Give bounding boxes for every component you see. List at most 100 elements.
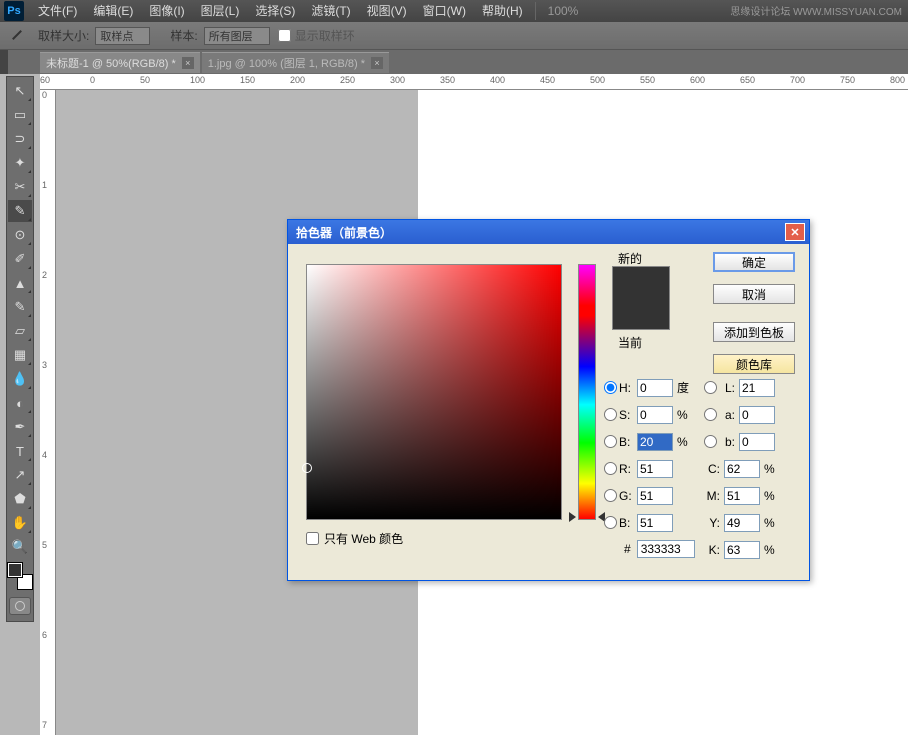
- menu-help[interactable]: 帮助(H): [474, 0, 531, 22]
- close-icon[interactable]: ✕: [785, 223, 805, 241]
- add-swatch-button[interactable]: 添加到色板: [713, 322, 795, 342]
- g-radio[interactable]: [604, 489, 617, 502]
- tool-marquee[interactable]: ▭: [8, 104, 32, 126]
- tool-shape[interactable]: ⬟: [8, 488, 32, 510]
- s-label: S:: [619, 408, 637, 422]
- new-color[interactable]: [613, 267, 669, 298]
- b-radio[interactable]: [604, 435, 617, 448]
- tool-wand[interactable]: ✦: [8, 152, 32, 174]
- a-input[interactable]: [739, 406, 775, 424]
- foreground-swatch[interactable]: [8, 563, 22, 577]
- ok-button[interactable]: 确定: [713, 252, 795, 272]
- color-field-cursor: [302, 463, 312, 473]
- sample-size-select[interactable]: 取样点: [95, 27, 150, 45]
- h-input[interactable]: [637, 379, 673, 397]
- hue-arrow-left: [569, 512, 576, 522]
- menu-filter[interactable]: 滤镜(T): [303, 0, 358, 22]
- hue-slider[interactable]: [578, 264, 596, 520]
- b-unit: %: [677, 435, 697, 449]
- y-unit: %: [764, 516, 784, 530]
- quickmask-toggle[interactable]: [9, 597, 31, 615]
- tab-label: 1.jpg @ 100% (图层 1, RGB/8) *: [208, 55, 365, 71]
- current-label: 当前: [618, 334, 642, 351]
- lb-input[interactable]: [739, 433, 775, 451]
- m-input[interactable]: [724, 487, 760, 505]
- zoom-level[interactable]: 100%: [548, 4, 579, 18]
- tool-gradient[interactable]: ▦: [8, 344, 32, 366]
- tool-hand[interactable]: ✋: [8, 512, 32, 534]
- m-unit: %: [764, 489, 784, 503]
- separator: [535, 2, 536, 20]
- tool-blur[interactable]: 💧: [8, 368, 32, 390]
- menu-file[interactable]: 文件(F): [30, 0, 85, 22]
- show-ring-label: 显示取样环: [295, 27, 355, 44]
- color-field[interactable]: [306, 264, 562, 520]
- tool-lasso[interactable]: ⊃: [8, 128, 32, 150]
- menu-edit[interactable]: 编辑(E): [85, 0, 141, 22]
- menu-layer[interactable]: 图层(L): [193, 0, 248, 22]
- tab-doc-1[interactable]: 未标题-1 @ 50%(RGB/8) * ×: [40, 52, 200, 73]
- tool-history[interactable]: ✎: [8, 296, 32, 318]
- sample-select[interactable]: 所有图层: [204, 27, 270, 45]
- show-ring-checkbox[interactable]: 显示取样环: [278, 27, 355, 44]
- tab-label: 未标题-1 @ 50%(RGB/8) *: [46, 55, 176, 71]
- tool-zoom[interactable]: 🔍: [8, 536, 32, 558]
- lab-cmyk-inputs: L: a: b: C:% M:% Y:% K:%: [704, 374, 784, 563]
- b-input[interactable]: [637, 433, 673, 451]
- l-radio[interactable]: [704, 381, 717, 394]
- dialog-titlebar[interactable]: 拾色器（前景色） ✕: [288, 220, 809, 244]
- web-only-input[interactable]: [306, 532, 319, 545]
- new-label: 新的: [618, 250, 642, 267]
- ruler-horizontal[interactable]: 6005010015020025030035040045050055060065…: [40, 74, 908, 90]
- c-label: C:: [704, 462, 720, 476]
- y-label: Y:: [704, 516, 720, 530]
- s-radio[interactable]: [604, 408, 617, 421]
- y-input[interactable]: [724, 514, 760, 532]
- g-label: G:: [619, 489, 637, 503]
- tool-type[interactable]: T: [8, 440, 32, 462]
- ruler-vertical[interactable]: 01234567: [40, 90, 56, 735]
- background-swatch[interactable]: [18, 575, 32, 589]
- color-library-button[interactable]: 颜色库: [713, 354, 795, 374]
- bl-radio[interactable]: [604, 516, 617, 529]
- cancel-button[interactable]: 取消: [713, 284, 795, 304]
- k-input[interactable]: [724, 541, 760, 559]
- web-only-checkbox[interactable]: 只有 Web 颜色: [306, 530, 403, 547]
- s-input[interactable]: [637, 406, 673, 424]
- show-ring-input[interactable]: [278, 29, 291, 42]
- menu-view[interactable]: 视图(V): [359, 0, 415, 22]
- tool-heal[interactable]: ⊙: [8, 224, 32, 246]
- bl-input[interactable]: [637, 514, 673, 532]
- color-swatches[interactable]: [8, 563, 32, 589]
- g-input[interactable]: [637, 487, 673, 505]
- tool-pen[interactable]: ✒: [8, 416, 32, 438]
- tool-stamp[interactable]: ▲: [8, 272, 32, 294]
- a-radio[interactable]: [704, 408, 717, 421]
- lb-radio[interactable]: [704, 435, 717, 448]
- close-icon[interactable]: ×: [182, 57, 194, 69]
- tool-dodge[interactable]: ◐: [8, 392, 32, 414]
- r-input[interactable]: [637, 460, 673, 478]
- close-icon[interactable]: ×: [371, 57, 383, 69]
- tool-eyedropper[interactable]: ✎: [8, 200, 32, 222]
- r-radio[interactable]: [604, 462, 617, 475]
- tool-eraser[interactable]: ▱: [8, 320, 32, 342]
- c-input[interactable]: [724, 460, 760, 478]
- tool-move[interactable]: ↖: [8, 80, 32, 102]
- hex-input[interactable]: [637, 540, 695, 558]
- l-input[interactable]: [739, 379, 775, 397]
- menu-select[interactable]: 选择(S): [247, 0, 303, 22]
- document-tabs: 未标题-1 @ 50%(RGB/8) * × 1.jpg @ 100% (图层 …: [0, 50, 908, 74]
- menu-window[interactable]: 窗口(W): [415, 0, 474, 22]
- tool-palette: ↖ ▭ ⊃ ✦ ✂ ✎ ⊙ ✐ ▲ ✎ ▱ ▦ 💧 ◐ ✒ T ↗ ⬟ ✋ 🔍: [6, 76, 34, 622]
- current-color[interactable]: [613, 298, 669, 329]
- tool-brush[interactable]: ✐: [8, 248, 32, 270]
- panel-handle[interactable]: [0, 50, 8, 74]
- menu-image[interactable]: 图像(I): [141, 0, 192, 22]
- k-label: K:: [704, 543, 720, 557]
- tool-crop[interactable]: ✂: [8, 176, 32, 198]
- h-radio[interactable]: [604, 381, 617, 394]
- tab-doc-2[interactable]: 1.jpg @ 100% (图层 1, RGB/8) * ×: [202, 52, 389, 73]
- eyedropper-icon[interactable]: [8, 27, 26, 45]
- tool-path[interactable]: ↗: [8, 464, 32, 486]
